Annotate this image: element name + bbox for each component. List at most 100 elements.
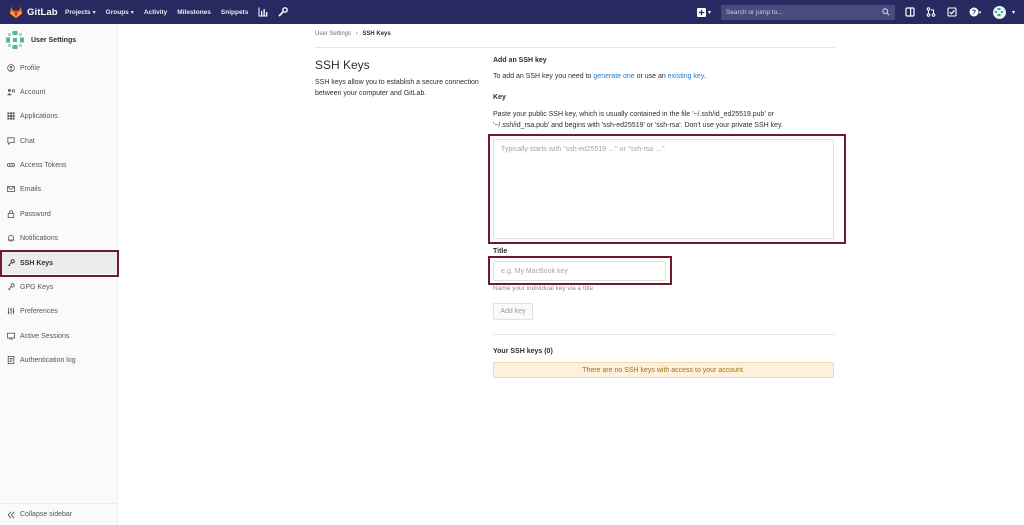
intro-suffix: .: [703, 73, 706, 80]
sidebar-header[interactable]: User Settings: [0, 24, 117, 56]
sidebar-item-access-tokens[interactable]: Access Tokens: [0, 154, 118, 176]
sidebar-item-password[interactable]: Password: [0, 203, 118, 225]
divider: [493, 334, 835, 335]
divider: [315, 47, 835, 48]
nav-groups-label: Groups: [105, 8, 129, 16]
nav-activity[interactable]: Activity: [144, 9, 167, 16]
add-key-heading: Add an SSH key: [493, 57, 547, 64]
sidebar-item-applications[interactable]: Applications: [0, 105, 118, 127]
nav-milestones[interactable]: Milestones: [177, 9, 211, 16]
sidebar-item-label: GPG Keys: [20, 283, 54, 291]
nav-activity-label: Activity: [143, 8, 168, 16]
sessions-icon: [7, 332, 15, 340]
add-key-intro: To add an SSH key you need to generate o…: [493, 73, 706, 80]
sidebar-item-label: Notifications: [20, 234, 59, 242]
intro-prefix: To add an SSH key you need to: [493, 73, 594, 80]
highlight-box-title: [488, 256, 672, 285]
wrench-icon[interactable]: [278, 7, 289, 17]
sidebar-item-label: Password: [20, 210, 51, 218]
chevron-down-icon: ▾: [1011, 9, 1015, 16]
key-label: Key: [493, 94, 506, 101]
avatar[interactable]: [992, 5, 1006, 19]
nav-projects[interactable]: Projects ▾: [65, 9, 96, 16]
new-dropdown-button[interactable]: ▾: [696, 7, 711, 17]
bell-icon: [7, 234, 15, 242]
collapse-sidebar-button[interactable]: Collapse sidebar: [0, 503, 118, 525]
title-label: Title: [493, 248, 508, 255]
title-help-text: Name your individual key via a title: [493, 285, 594, 292]
token-icon: [7, 163, 15, 167]
sidebar-item-label: Chat: [20, 137, 35, 145]
breadcrumb: User Settings › SSH Keys: [315, 31, 391, 37]
plus-icon: [696, 7, 706, 17]
intro-mid: or use an: [634, 73, 668, 80]
search-icon: [882, 8, 890, 16]
todo-check-icon[interactable]: [947, 7, 957, 17]
svg-text:?: ?: [972, 10, 976, 17]
sidebar-item-label: Emails: [20, 185, 42, 193]
help-icon[interactable]: ? ▾: [968, 7, 982, 17]
account-icon: [7, 88, 15, 96]
mail-icon: [7, 186, 15, 192]
svg-text:▾: ▾: [979, 10, 982, 16]
preferences-icon: [7, 307, 15, 315]
your-keys-heading: Your SSH keys (0): [493, 348, 553, 355]
profile-icon: [7, 64, 15, 72]
sidebar-item-authentication-log[interactable]: Authentication log: [0, 349, 118, 371]
sidebar-toggle-icon[interactable]: [905, 7, 915, 17]
sidebar-item-notifications[interactable]: Notifications: [0, 227, 118, 249]
nav-groups[interactable]: Groups ▾: [106, 9, 134, 16]
search-input[interactable]: Search or jump to...: [720, 4, 895, 20]
sidebar-title: User Settings: [31, 36, 77, 44]
key-help-text: Paste your public SSH key, which is usua…: [493, 111, 783, 129]
lock-icon: [7, 210, 15, 218]
existing-key-link[interactable]: existing key: [668, 73, 704, 80]
page-description: SSH keys allow you to establish a secure…: [315, 79, 479, 97]
user-identicon-icon: [6, 31, 24, 49]
sidebar-item-label: Active Sessions: [20, 332, 70, 340]
merge-request-icon[interactable]: [926, 7, 936, 17]
empty-keys-alert: There are no SSH keys with access to you…: [493, 362, 834, 378]
highlight-box-key: [488, 134, 846, 244]
key-icon: [7, 283, 15, 291]
page-title: SSH Keys: [315, 58, 370, 72]
highlight-box-ssh-keys: [0, 250, 119, 277]
brand-link[interactable]: GitLab: [9, 5, 65, 19]
empty-keys-message: There are no SSH keys with access to you…: [582, 366, 745, 374]
sidebar-item-label: Access Tokens: [20, 161, 67, 169]
double-chevron-left-icon: [7, 511, 15, 518]
sidebar-item-emails[interactable]: Emails: [0, 178, 118, 200]
generate-one-link[interactable]: generate one: [593, 73, 634, 80]
nav-snippets-label: Snippets: [220, 8, 249, 16]
search-placeholder: Search or jump to...: [725, 8, 783, 16]
top-navbar: GitLab Projects ▾ Groups ▾ Activity Milest…: [0, 0, 1024, 24]
chevron-down-icon: ▾: [92, 9, 96, 16]
breadcrumb-current: SSH Keys: [362, 31, 391, 37]
brand-name: GitLab: [27, 6, 58, 18]
applications-icon: [7, 112, 15, 120]
sidebar-item-preferences[interactable]: Preferences: [0, 300, 118, 322]
gitlab-logo-icon: [9, 6, 23, 19]
sidebar-item-label: Authentication log: [20, 356, 76, 364]
nav-snippets[interactable]: Snippets: [221, 9, 248, 16]
identicon-icon: [995, 8, 1004, 16]
sidebar-item-gpg-keys[interactable]: GPG Keys: [0, 276, 118, 298]
add-key-button[interactable]: Add key: [493, 303, 533, 320]
sidebar-item-label: Account: [20, 88, 46, 96]
nav-milestones-label: Milestones: [177, 8, 211, 16]
collapse-sidebar-label: Collapse sidebar: [20, 511, 73, 518]
chevron-down-icon: ▾: [707, 9, 711, 16]
sidebar-item-chat[interactable]: Chat: [0, 130, 118, 152]
breadcrumb-separator: ›: [355, 31, 358, 37]
sidebar-item-label: Preferences: [20, 307, 58, 315]
log-icon: [7, 356, 15, 364]
chat-icon: [7, 137, 15, 145]
chevron-down-icon: ▾: [130, 9, 134, 16]
breadcrumb-parent[interactable]: User Settings: [315, 31, 351, 37]
sidebar-item-label: Applications: [20, 112, 58, 120]
navbar-right: ▾ Search or jump to... ? ▾ ▾: [696, 0, 1024, 24]
chart-icon[interactable]: [258, 7, 268, 17]
sidebar-item-active-sessions[interactable]: Active Sessions: [0, 325, 118, 347]
sidebar-item-profile[interactable]: Profile: [0, 57, 118, 79]
sidebar-item-account[interactable]: Account: [0, 81, 118, 103]
